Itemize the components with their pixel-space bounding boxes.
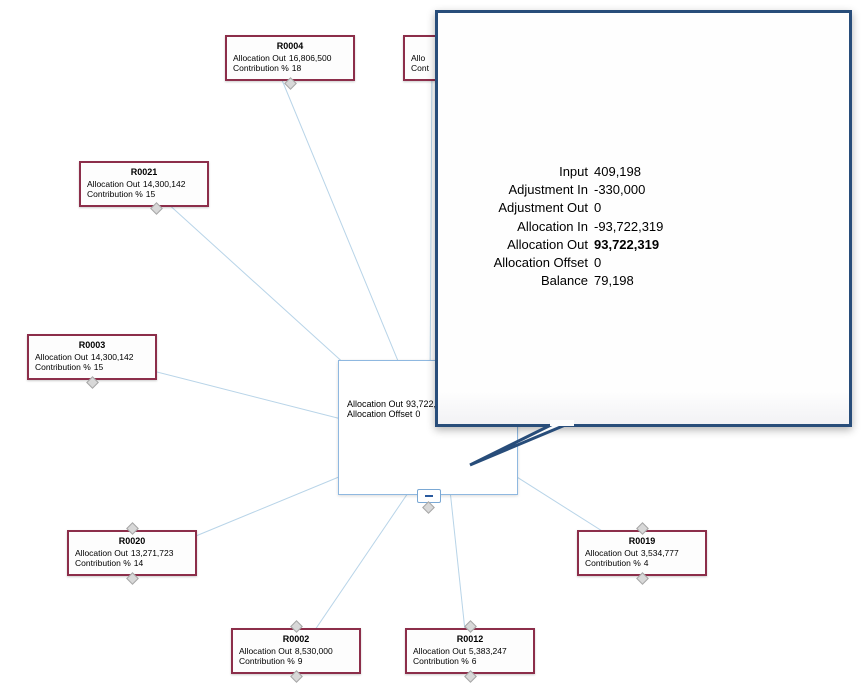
node-row: Contribution %15 <box>35 362 149 372</box>
node-row: Allo <box>411 53 431 63</box>
connector-port <box>422 501 435 514</box>
node-r0002[interactable]: R0002 Allocation Out8,530,000 Contributi… <box>231 628 361 674</box>
node-r0019[interactable]: R0019 Allocation Out3,534,777 Contributi… <box>577 530 707 576</box>
node-title: R0020 <box>75 536 189 546</box>
node-row: Allocation Out5,383,247 <box>413 646 527 656</box>
node-row: Allocation Out3,534,777 <box>585 548 699 558</box>
diagram-canvas[interactable]: R0004 Allocation Out16,806,500 Contribut… <box>0 0 862 688</box>
node-row: Contribution %9 <box>239 656 353 666</box>
node-title: R0002 <box>239 634 353 644</box>
tooltip-popup: Input409,198 Adjustment In-330,000 Adjus… <box>435 10 852 427</box>
node-row: Contribution %15 <box>87 189 201 199</box>
node-row: Allocation Out8,530,000 <box>239 646 353 656</box>
node-row: Contribution %6 <box>413 656 527 666</box>
node-title <box>411 41 431 51</box>
node-r0020[interactable]: R0020 Allocation Out13,271,723 Contribut… <box>67 530 197 576</box>
node-title: R0019 <box>585 536 699 546</box>
node-r0012[interactable]: R0012 Allocation Out5,383,247 Contributi… <box>405 628 535 674</box>
node-r0004[interactable]: R0004 Allocation Out16,806,500 Contribut… <box>225 35 355 81</box>
node-title: R0021 <box>87 167 201 177</box>
node-r0021[interactable]: R0021 Allocation Out14,300,142 Contribut… <box>79 161 209 207</box>
tooltip-content: Input409,198 Adjustment In-330,000 Adjus… <box>438 13 849 290</box>
node-row: Allocation Out16,806,500 <box>233 53 347 63</box>
node-row: Cont <box>411 63 431 73</box>
node-row: Contribution %14 <box>75 558 189 568</box>
node-title: R0003 <box>35 340 149 350</box>
node-r0003[interactable]: R0003 Allocation Out14,300,142 Contribut… <box>27 334 157 380</box>
minus-icon <box>425 495 433 497</box>
node-title: R0004 <box>233 41 347 51</box>
node-row: Allocation Out14,300,142 <box>87 179 201 189</box>
node-row: Contribution %18 <box>233 63 347 73</box>
node-partial[interactable]: Allo Cont <box>403 35 437 81</box>
node-row: Allocation Out13,271,723 <box>75 548 189 558</box>
node-title: R0012 <box>413 634 527 644</box>
node-row: Allocation Out14,300,142 <box>35 352 149 362</box>
node-row: Contribution %4 <box>585 558 699 568</box>
